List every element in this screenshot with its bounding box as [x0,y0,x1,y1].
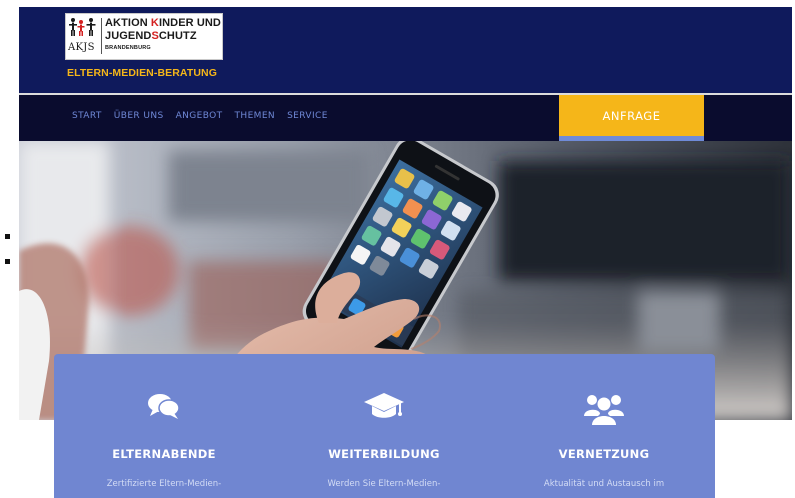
users-group-icon [494,392,714,432]
logo-name-line1: AKTION KINDER UND [105,17,221,29]
feature-weiterbildung[interactable]: WEITERBILDUNG Werden Sie Eltern-Medien- [274,354,494,498]
logo-divider [101,18,102,54]
features-card: ELTERNABENDE Zertifizierte Eltern-Medien… [54,354,715,498]
site-header: AKJS AKTION KINDER UND JUGENDSCHUTZ BRAN… [19,7,792,93]
feature-vernetzung[interactable]: VERNETZUNG Aktualität und Austausch im [494,354,714,498]
children-figures-icon [69,18,96,36]
list-bullet [5,234,10,239]
logo-abbreviation: AKJS [68,42,95,53]
logo-text: CHUTZ [158,30,197,42]
list-bullet [5,259,10,264]
feature-title: WEITERBILDUNG [328,447,440,461]
logo-name-line2: JUGENDSCHUTZ [105,30,197,42]
feature-title: ELTERNABENDE [112,447,216,461]
nav-menu: START ÜBER UNS ANGEBOT THEMEN SERVICE [72,111,328,121]
site-logo[interactable]: AKJS AKTION KINDER UND JUGENDSCHUTZ BRAN… [65,13,223,60]
logo-text-accent: K [150,17,159,29]
nav-item-angebot[interactable]: ANGEBOT [176,111,223,121]
feature-title: VERNETZUNG [558,447,650,461]
logo-text: AKTION [105,17,151,29]
browser-viewport: AKJS AKTION KINDER UND JUGENDSCHUTZ BRAN… [19,7,792,498]
feature-description: Werden Sie Eltern-Medien- [327,479,441,489]
nav-item-themen[interactable]: THEMEN [235,111,276,121]
feature-description: Aktualität und Austausch im [543,479,665,489]
nav-item-start[interactable]: START [72,111,102,121]
logo-text: INDER UND [158,17,221,29]
anfrage-button[interactable]: ANFRAGE [559,95,704,141]
nav-item-ueber-uns[interactable]: ÜBER UNS [114,111,164,121]
logo-region: BRANDENBURG [105,45,151,51]
graduation-cap-icon [274,392,494,432]
nav-item-service[interactable]: SERVICE [287,111,328,121]
feature-elternabende[interactable]: ELTERNABENDE Zertifizierte Eltern-Medien… [54,354,274,498]
main-navigation: START ÜBER UNS ANGEBOT THEMEN SERVICE AN… [19,95,792,141]
logo-text: JUGEND [105,30,152,42]
chat-bubbles-icon [54,392,274,432]
logo-text-accent: S [151,30,159,42]
feature-description: Zertifizierte Eltern-Medien- [106,479,222,489]
site-tagline: ELTERN-MEDIEN-BERATUNG [67,67,217,79]
